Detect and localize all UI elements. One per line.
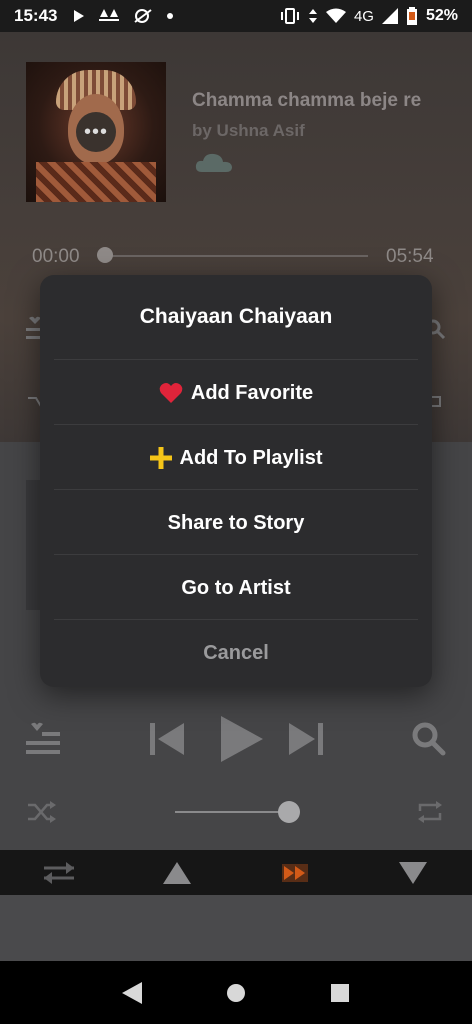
album-art-costume — [36, 162, 156, 202]
back-icon[interactable] — [122, 981, 142, 1004]
queue-button[interactable] — [26, 722, 60, 756]
divider — [54, 359, 418, 360]
share-to-story-label: Share to Story — [167, 511, 305, 534]
data-arrows-icon — [308, 9, 317, 23]
search-button[interactable] — [412, 722, 446, 756]
swap-arrows-icon — [44, 861, 74, 884]
signal-icon — [381, 8, 398, 24]
song-title: Chamma chamma beje re — [192, 90, 422, 111]
recents-icon[interactable] — [330, 983, 350, 1003]
more-options-icon[interactable]: ••• — [76, 112, 116, 152]
divider — [54, 424, 418, 425]
more-notifications-icon — [167, 13, 174, 19]
system-nav-bar — [0, 961, 472, 1024]
status-time: 15:43 — [14, 6, 58, 25]
vibrate-icon — [280, 8, 299, 24]
tab-now-playing[interactable] — [236, 850, 354, 895]
divider — [54, 489, 418, 490]
battery-percent: 52% — [425, 7, 458, 24]
play-notification-icon — [74, 10, 85, 22]
repeat-button[interactable] — [416, 801, 444, 823]
play-button[interactable] — [221, 716, 263, 762]
heart-icon — [159, 383, 183, 403]
cloud-icon[interactable] — [194, 150, 234, 174]
home-icon[interactable] — [226, 983, 246, 1003]
add-to-playlist-label: Add To Playlist — [179, 446, 323, 469]
bottom-tab-bar — [0, 850, 472, 895]
divider — [54, 554, 418, 555]
tab-repeat-mode[interactable] — [0, 850, 118, 895]
share-to-story-button[interactable]: Share to Story — [54, 491, 418, 555]
triangle-down-icon — [399, 861, 427, 884]
fast-forward-icon — [282, 863, 308, 882]
go-to-artist-label: Go to Artist — [181, 576, 291, 599]
cancel-button[interactable]: Cancel — [54, 621, 418, 685]
tab-expand-down[interactable] — [354, 850, 472, 895]
previous-track-button[interactable] — [150, 723, 184, 755]
add-to-playlist-button[interactable]: Add To Playlist — [54, 426, 418, 490]
battery-icon — [406, 7, 417, 25]
add-favorite-button[interactable]: Add Favorite — [54, 361, 418, 425]
cancel-label: Cancel — [203, 641, 269, 664]
plus-icon — [149, 447, 172, 469]
next-track-button[interactable] — [289, 723, 323, 755]
status-bar: 15:43 4G 52% — [0, 0, 472, 32]
tab-collapse-up[interactable] — [118, 850, 236, 895]
add-favorite-label: Add Favorite — [190, 381, 314, 404]
volume-thumb[interactable] — [278, 801, 301, 823]
shuffle-button[interactable] — [28, 801, 56, 823]
go-to-artist-button[interactable]: Go to Artist — [54, 556, 418, 620]
song-artist[interactable]: by Ushna Asif — [192, 121, 305, 141]
seek-bar[interactable] — [100, 255, 368, 257]
album-art[interactable]: ••• — [26, 62, 166, 202]
wifi-icon — [325, 8, 346, 23]
divider — [54, 619, 418, 620]
dialog-title: Chaiyaan Chaiyaan — [139, 305, 333, 328]
ad-placeholder — [0, 895, 472, 961]
triangle-up-icon — [163, 861, 191, 884]
list-peek — [26, 480, 40, 610]
silent-notification-icon — [134, 9, 153, 23]
song-options-dialog: Chaiyaan Chaiyaan Add Favorite Add To Pl… — [40, 275, 432, 687]
seek-thumb[interactable] — [97, 247, 113, 263]
network-type: 4G — [353, 7, 374, 25]
total-time: 05:54 — [386, 246, 434, 267]
tree-notification-icon — [99, 9, 120, 21]
elapsed-time: 00:00 — [32, 246, 80, 267]
